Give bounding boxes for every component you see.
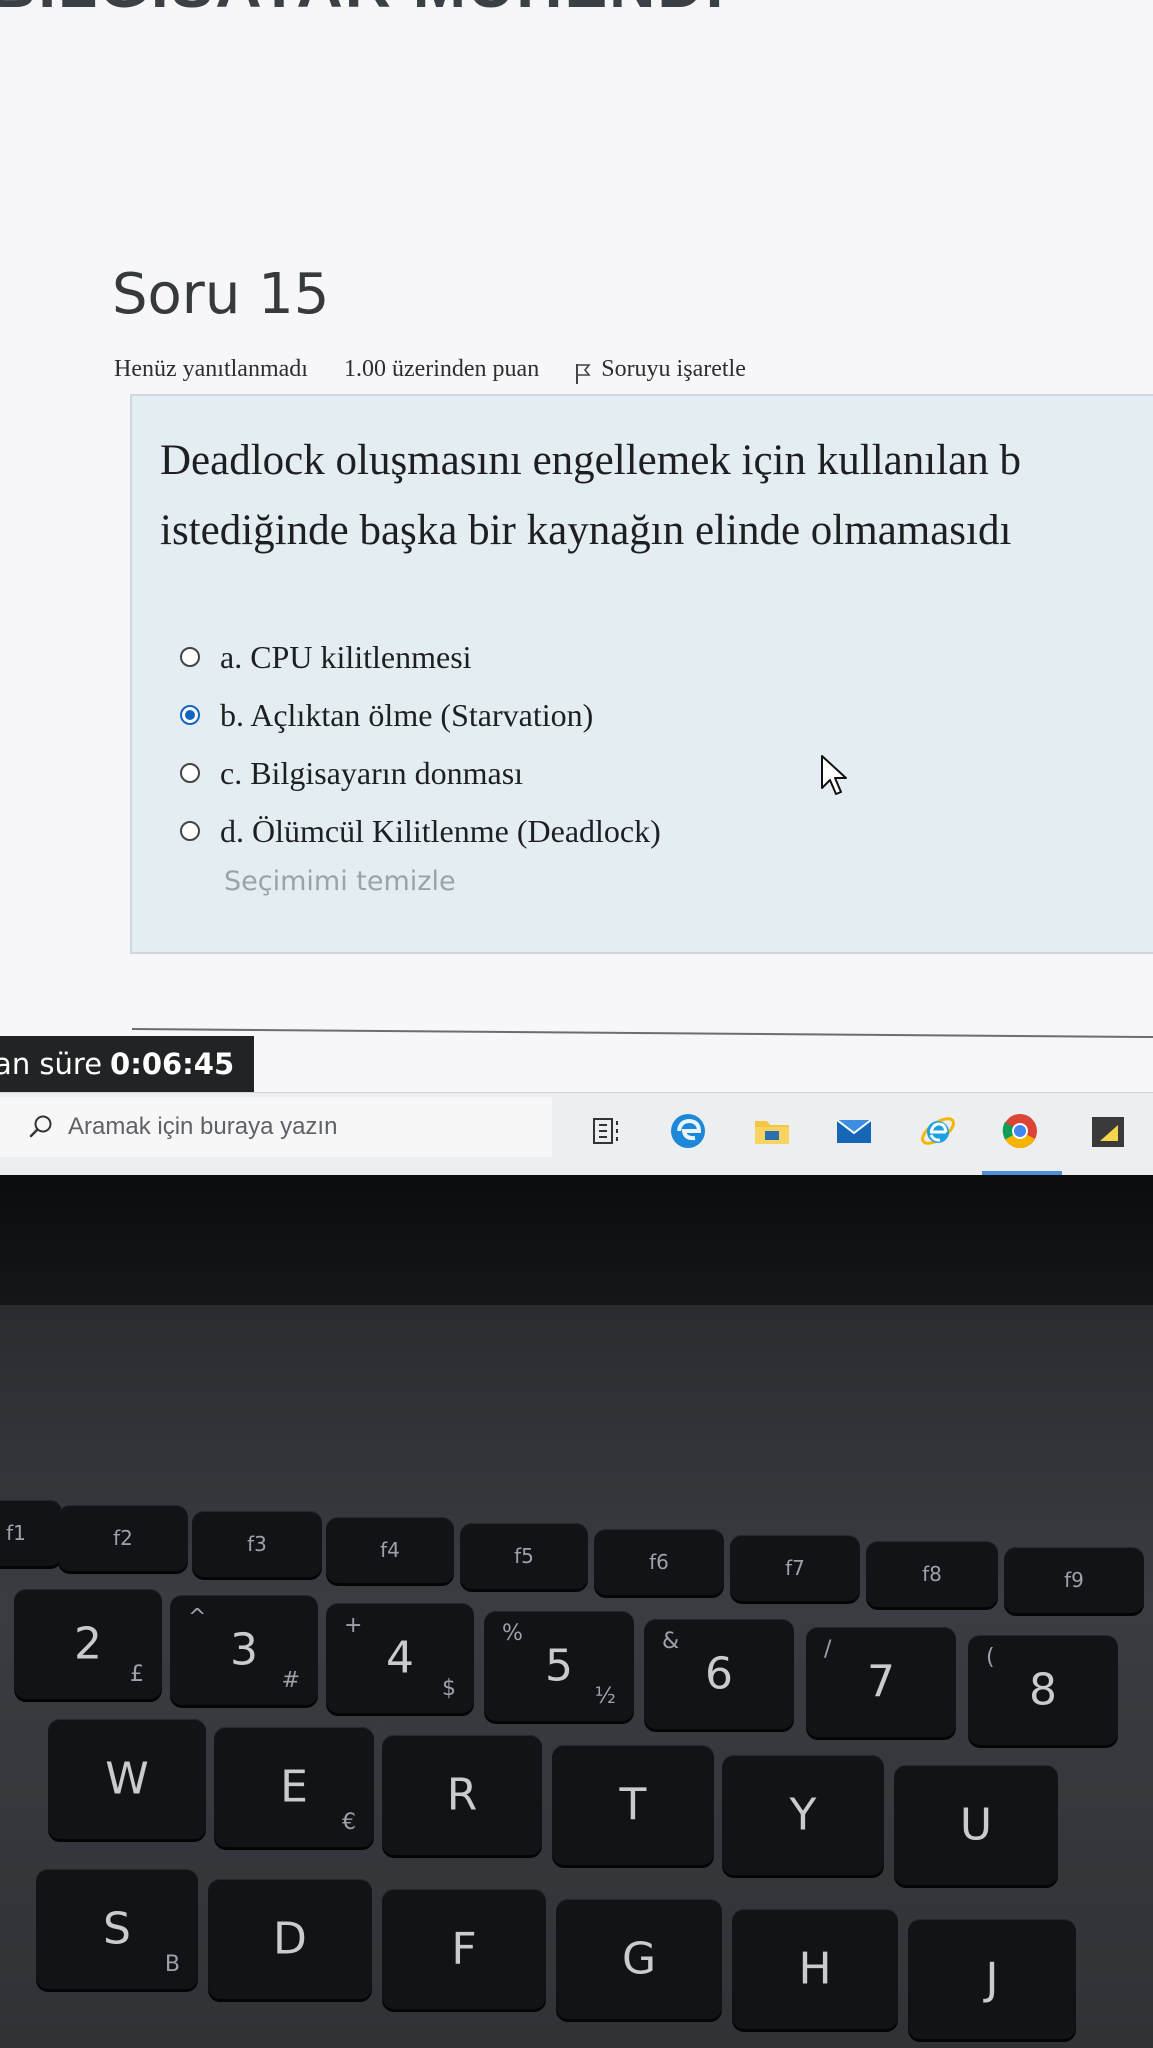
question-title: Soru 15 [112, 262, 330, 327]
key-6[interactable]: & 6 [644, 1619, 794, 1729]
question-text-line-2: istediğinde başka bir kaynağın elinde ol… [160, 507, 1012, 554]
file-explorer-icon[interactable] [752, 1111, 792, 1151]
question-box: Deadlock oluşmasını engellemek için kull… [130, 394, 1153, 954]
question-info: Henüz yanıtlanmadı 1.00 üzerinden puan S… [114, 356, 746, 384]
key-3[interactable]: ^ 3 # [170, 1595, 318, 1705]
answer-option-d[interactable]: d. Ölümcül Kilitlenme (Deadlock) [180, 802, 661, 860]
task-view-icon[interactable] [588, 1111, 628, 1151]
screen: BİLGİSAYAR MÜHENDİ Soru 15 Henüz yanıtla… [0, 0, 1153, 1175]
answer-option-c[interactable]: c. Bilgisayarın donması [180, 744, 661, 802]
search-placeholder: Aramak için buraya yazın [68, 1113, 338, 1140]
key-j[interactable]: J [908, 1919, 1076, 2039]
key-f1[interactable]: f1 [0, 1500, 62, 1566]
laptop-bezel [0, 1175, 1153, 1305]
answer-option-b[interactable]: b. Açlıktan ölme (Starvation) [180, 686, 661, 744]
question-points: 1.00 üzerinden puan [343, 356, 540, 382]
key-f[interactable]: F [382, 1889, 546, 2009]
timer-value: 0:06:45 [110, 1047, 235, 1081]
search-icon [29, 1115, 52, 1138]
flag-question-button[interactable]: Soruyu işaretle [575, 356, 746, 384]
flag-question-label: Soruyu işaretle [601, 356, 746, 382]
key-f2[interactable]: f2 [58, 1505, 188, 1571]
radio-button[interactable] [180, 647, 200, 667]
key-f8[interactable]: f8 [866, 1541, 998, 1607]
key-f7[interactable]: f7 [730, 1535, 860, 1601]
key-7[interactable]: /7 [806, 1627, 956, 1737]
internet-explorer-icon[interactable] [918, 1111, 958, 1151]
key-w[interactable]: W [48, 1719, 206, 1839]
radio-button[interactable] [180, 763, 200, 783]
key-d[interactable]: D [208, 1879, 372, 1999]
key-2[interactable]: 2 £ [14, 1589, 162, 1699]
key-g[interactable]: G [556, 1899, 722, 2019]
key-4[interactable]: +4 $ [326, 1603, 474, 1713]
key-t[interactable]: T [552, 1745, 714, 1865]
timer-label: lan süre [0, 1047, 103, 1081]
key-r[interactable]: R [382, 1735, 542, 1855]
key-f3[interactable]: f3 [192, 1511, 322, 1577]
sticky-notes-icon[interactable] [1088, 1111, 1128, 1151]
radio-button[interactable] [180, 821, 200, 841]
clear-choice-link[interactable]: Seçimimi temizle [224, 866, 456, 897]
taskbar-search[interactable]: Aramak için buraya yazın [0, 1097, 552, 1157]
key-h[interactable]: H [732, 1909, 898, 2029]
answer-label: c. Bilgisayarın donması [220, 754, 524, 791]
chrome-icon[interactable] [1000, 1111, 1040, 1151]
key-u[interactable]: U [894, 1765, 1058, 1885]
key-5[interactable]: % 5 ½ [484, 1611, 634, 1721]
key-f4[interactable]: f4 [326, 1517, 454, 1583]
key-e[interactable]: E € [214, 1727, 374, 1847]
answer-label: d. Ölümcül Kilitlenme (Deadlock) [220, 812, 661, 849]
key-s[interactable]: SB [36, 1869, 198, 1989]
taskbar: Aramak için buraya yazın [0, 1092, 1153, 1175]
flag-icon [576, 363, 591, 384]
radio-button-selected[interactable] [180, 705, 200, 725]
answer-list: a. CPU kilitlenmesi b. Açlıktan ölme (St… [180, 628, 661, 860]
mail-icon[interactable] [834, 1111, 874, 1151]
key-f6[interactable]: f6 [594, 1529, 724, 1595]
mouse-cursor-icon [821, 755, 847, 795]
key-8[interactable]: (8 [968, 1635, 1118, 1745]
time-remaining: lan süre0:06:45 [0, 1036, 255, 1092]
answer-label: a. CPU kilitlenmesi [220, 638, 472, 675]
question-status: Henüz yanıtlanmadı [114, 356, 308, 382]
question-text: Deadlock oluşmasını engellemek için kull… [160, 426, 1153, 566]
key-f9[interactable]: f9 [1004, 1547, 1144, 1613]
question-text-line-1: Deadlock oluşmasını engellemek için kull… [160, 437, 1021, 484]
answer-option-a[interactable]: a. CPU kilitlenmesi [180, 628, 661, 686]
answer-label: b. Açlıktan ölme (Starvation) [220, 696, 594, 733]
edge-icon[interactable] [668, 1111, 708, 1151]
key-y[interactable]: Y [722, 1755, 884, 1875]
site-banner: BİLGİSAYAR MÜHENDİ [0, 0, 725, 22]
divider [131, 1028, 1153, 1039]
key-f5[interactable]: f5 [460, 1523, 588, 1589]
keyboard: f1 f2 f3 f4 f5 f6 f7 f8 f9 2 £ ^ 3 # +4 $ % 5… [0, 1305, 1153, 2048]
